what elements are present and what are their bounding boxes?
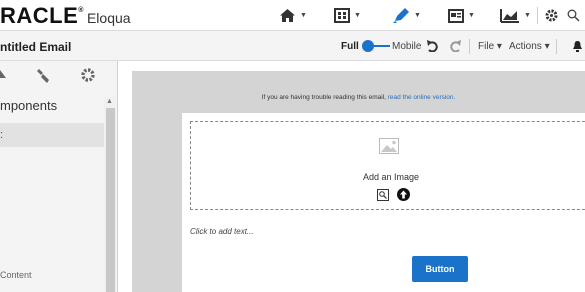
file-menu-button[interactable]: File ▾ bbox=[478, 41, 502, 52]
scroll-up-icon[interactable]: ▲ bbox=[106, 98, 113, 105]
brand-main: RACLE bbox=[0, 3, 79, 28]
upload-icon[interactable] bbox=[397, 188, 410, 201]
mobile-view-label[interactable]: Mobile bbox=[392, 41, 421, 52]
email-cta-button[interactable]: Button bbox=[412, 256, 468, 282]
assets-icon bbox=[393, 8, 409, 23]
home-icon bbox=[280, 9, 295, 22]
content-label[interactable]: Content bbox=[0, 270, 32, 280]
undo-icon[interactable] bbox=[426, 40, 439, 52]
scrollbar-thumb[interactable] bbox=[106, 108, 115, 292]
editor-toolbar: ntitled Email Full Mobile File ▾ Actions… bbox=[0, 31, 585, 61]
settings-icon bbox=[545, 9, 558, 22]
chevron-down-icon: ▼ bbox=[414, 12, 421, 19]
chevron-down-icon: ▼ bbox=[524, 12, 531, 19]
settings-icon[interactable] bbox=[81, 68, 95, 82]
image-placeholder-icon bbox=[379, 138, 399, 154]
email-canvas: If you are having trouble reading this e… bbox=[132, 71, 585, 292]
text-block-placeholder[interactable]: Click to add text... bbox=[190, 227, 254, 236]
list-item-label: : bbox=[0, 129, 4, 141]
list-item[interactable]: : bbox=[0, 123, 104, 147]
browse-image-icon[interactable] bbox=[377, 189, 389, 201]
chevron-down-icon: ▼ bbox=[354, 12, 361, 19]
insight-icon bbox=[500, 9, 519, 23]
image-block[interactable]: Add an Image bbox=[190, 121, 585, 210]
actions-menu-button[interactable]: Actions ▾ bbox=[509, 41, 550, 52]
top-navigation-bar: RACLE® Eloqua ▼ ▼ ▼ ▼ ▼ bbox=[0, 0, 585, 31]
toggle-knob bbox=[362, 40, 374, 52]
contacts-icon bbox=[448, 8, 464, 23]
toggle-track bbox=[372, 45, 390, 47]
notice-text: If you are having trouble reading this e… bbox=[261, 94, 388, 101]
email-title[interactable]: ntitled Email bbox=[0, 40, 71, 54]
nav-insight[interactable]: ▼ bbox=[500, 0, 531, 31]
divider bbox=[537, 7, 538, 24]
nav-assets[interactable]: ▼ bbox=[392, 0, 421, 31]
redo-icon[interactable] bbox=[449, 40, 462, 52]
brand-logo[interactable]: RACLE® Eloqua bbox=[0, 3, 131, 29]
nav-home[interactable]: ▼ bbox=[279, 0, 307, 31]
online-version-notice: If you are having trouble reading this e… bbox=[132, 94, 585, 101]
layout-icon[interactable] bbox=[0, 68, 8, 84]
add-image-label: Add an Image bbox=[363, 172, 420, 182]
view-toggle[interactable] bbox=[362, 40, 390, 52]
chevron-down-icon: ▼ bbox=[468, 12, 475, 19]
divider bbox=[556, 39, 557, 54]
nav-contacts[interactable]: ▼ bbox=[448, 0, 475, 31]
brand-mark: ® bbox=[78, 7, 84, 14]
left-panel: mponents : ▲ Content bbox=[0, 61, 118, 292]
nav-campaigns[interactable]: ▼ bbox=[334, 0, 361, 31]
full-view-label[interactable]: Full bbox=[341, 41, 359, 52]
search-icon bbox=[567, 9, 580, 22]
chevron-down-icon: ▼ bbox=[300, 12, 307, 19]
divider bbox=[469, 39, 470, 54]
email-body[interactable]: Add an Image Click to add text... Button bbox=[182, 113, 585, 292]
panel-tabs bbox=[0, 61, 118, 91]
campaigns-icon bbox=[334, 8, 350, 23]
style-icon[interactable] bbox=[37, 68, 51, 84]
components-heading: mponents bbox=[0, 98, 58, 113]
online-version-link[interactable]: read the online version. bbox=[388, 94, 456, 101]
nav-search[interactable] bbox=[567, 0, 580, 31]
bell-icon[interactable] bbox=[572, 40, 583, 52]
brand-sub: Eloqua bbox=[86, 10, 131, 26]
nav-settings[interactable] bbox=[545, 0, 558, 31]
